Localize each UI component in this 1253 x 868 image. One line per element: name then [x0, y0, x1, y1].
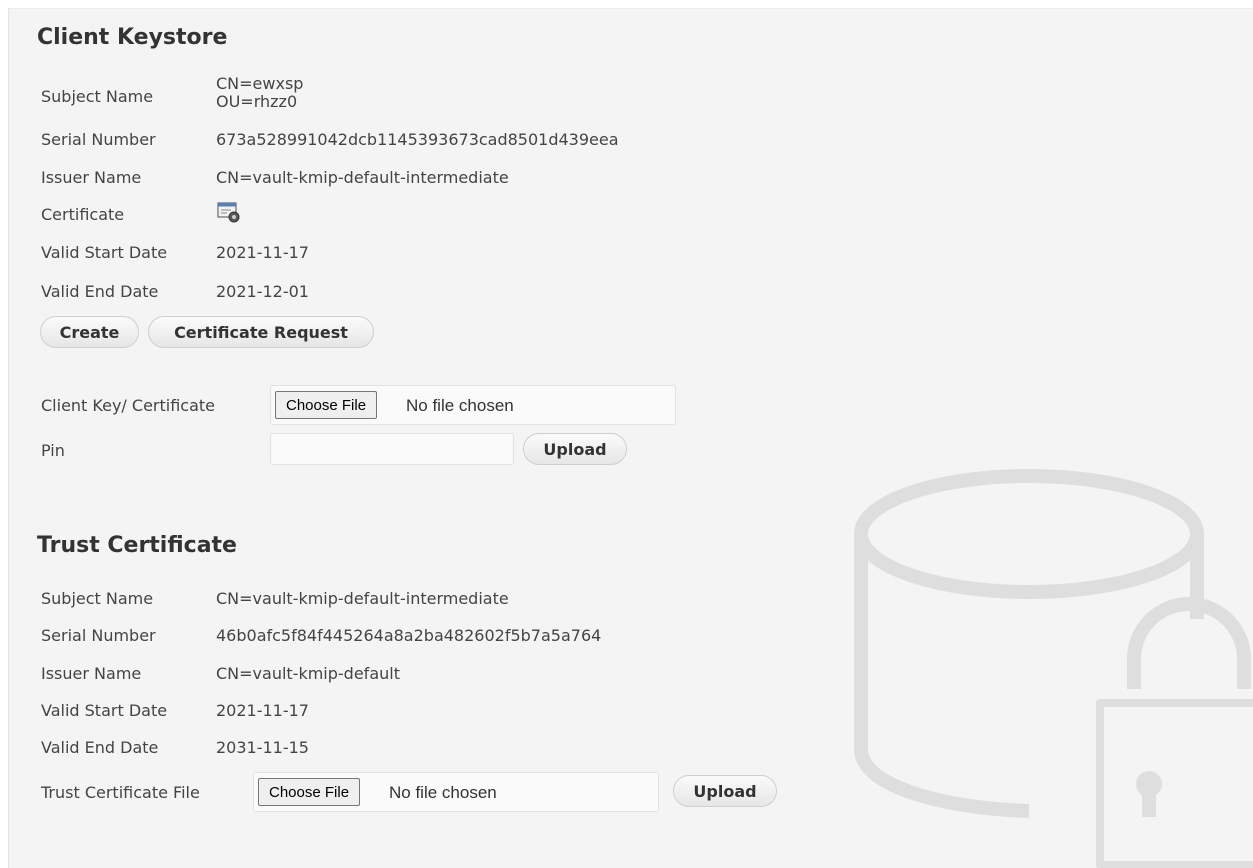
serial-number-label: Serial Number: [41, 130, 156, 149]
valid-start-label: Valid Start Date: [41, 243, 168, 262]
valid-end-label: Valid End Date: [41, 282, 159, 301]
client-key-file-input[interactable]: Choose File No file chosen: [270, 385, 676, 425]
subject-name-value: CN=ewxsp OU=rhzz0: [216, 75, 303, 111]
trust-valid-start-label: Valid Start Date: [41, 701, 168, 720]
file-status: No file chosen: [406, 396, 514, 415]
trust-certificate-file-input[interactable]: Choose File No file chosen: [253, 772, 659, 812]
trust-issuer-name-value: CN=vault-kmip-default: [216, 664, 400, 683]
serial-number-value: 673a528991042dcb1145393673cad8501d439eea: [216, 130, 619, 149]
trust-subject-name-label: Subject Name: [41, 589, 154, 608]
upload-keystore-button[interactable]: Upload: [523, 433, 627, 465]
trust-subject-name-value: CN=vault-kmip-default-intermediate: [216, 589, 509, 608]
trust-certificate-file-label: Trust Certificate File: [41, 783, 200, 802]
valid-end-value: 2021-12-01: [216, 282, 309, 301]
pin-input[interactable]: [270, 433, 514, 465]
client-keystore-title: Client Keystore: [37, 25, 228, 50]
database-lock-icon: [854, 469, 1253, 868]
trust-certificate-title: Trust Certificate: [37, 533, 237, 558]
keystore-panel: Client Keystore Subject Name CN=ewxsp OU…: [8, 8, 1253, 868]
trust-serial-number-value: 46b0afc5f84f445264a8a2ba482602f5b7a5a764: [216, 626, 602, 645]
certificate-icon[interactable]: [217, 202, 241, 224]
valid-start-value: 2021-11-17: [216, 243, 309, 262]
issuer-name-label: Issuer Name: [41, 168, 142, 187]
pin-label: Pin: [41, 441, 65, 460]
certificate-request-button[interactable]: Certificate Request: [148, 316, 374, 348]
trust-issuer-name-label: Issuer Name: [41, 664, 142, 683]
trust-valid-start-value: 2021-11-17: [216, 701, 309, 720]
client-key-certificate-label: Client Key/ Certificate: [41, 396, 215, 415]
trust-choose-file-button[interactable]: Choose File: [258, 778, 361, 806]
subject-name-ou: OU=rhzz0: [216, 92, 298, 111]
subject-name-cn: CN=ewxsp: [216, 74, 304, 93]
trust-valid-end-label: Valid End Date: [41, 738, 159, 757]
issuer-name-value: CN=vault-kmip-default-intermediate: [216, 168, 509, 187]
create-button[interactable]: Create: [40, 316, 139, 348]
upload-trust-certificate-button[interactable]: Upload: [673, 775, 777, 807]
certificate-label: Certificate: [41, 205, 125, 224]
subject-name-label: Subject Name: [41, 87, 154, 106]
trust-valid-end-value: 2031-11-15: [216, 738, 309, 757]
trust-serial-number-label: Serial Number: [41, 626, 156, 645]
choose-file-button[interactable]: Choose File: [275, 391, 378, 419]
trust-file-status: No file chosen: [389, 783, 497, 802]
